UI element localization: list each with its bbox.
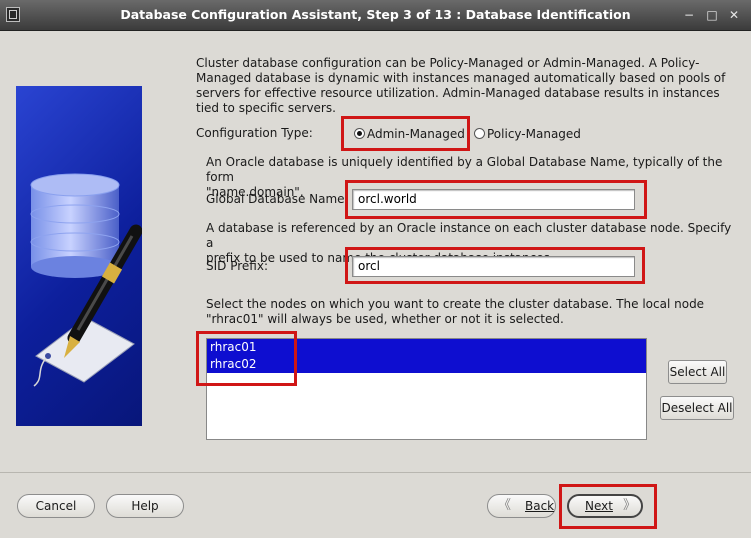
close-icon[interactable]: ✕: [726, 7, 742, 23]
highlight-next-button: [559, 484, 657, 529]
help-button[interactable]: Help: [106, 494, 184, 518]
intro-text: Cluster database configuration can be Po…: [196, 56, 726, 115]
highlight-nodes: [196, 331, 297, 386]
highlight-global-db-name: [345, 180, 647, 219]
node-selection-description: Select the nodes on which you want to cr…: [206, 297, 705, 326]
policy-managed-radio[interactable]: [474, 128, 485, 139]
wizard-illustration: [16, 86, 142, 426]
window-title: Database Configuration Assistant, Step 3…: [120, 7, 631, 22]
database-icon: [30, 173, 120, 278]
back-arrow-icon: 《: [498, 498, 512, 513]
highlight-admin-managed: [341, 116, 470, 151]
footer-divider: [0, 472, 751, 473]
back-button[interactable]: 《 Back: [487, 494, 556, 518]
cancel-button[interactable]: Cancel: [17, 494, 95, 518]
maximize-icon[interactable]: □: [704, 7, 720, 23]
sid-prefix-label: SID Prefix:: [206, 259, 268, 273]
minimize-icon[interactable]: −: [681, 7, 697, 23]
global-db-name-label: Global Database Name:: [206, 192, 349, 206]
select-all-button[interactable]: Select All: [668, 360, 727, 384]
title-bar: Database Configuration Assistant, Step 3…: [0, 0, 751, 31]
policy-managed-label[interactable]: Policy-Managed: [487, 127, 581, 142]
deselect-all-button[interactable]: Deselect All: [660, 396, 734, 420]
configuration-type-label: Configuration Type:: [196, 126, 313, 140]
database-pen-illustration: [30, 173, 142, 387]
back-button-label: Back: [525, 499, 555, 513]
highlight-sid-prefix: [345, 247, 645, 284]
